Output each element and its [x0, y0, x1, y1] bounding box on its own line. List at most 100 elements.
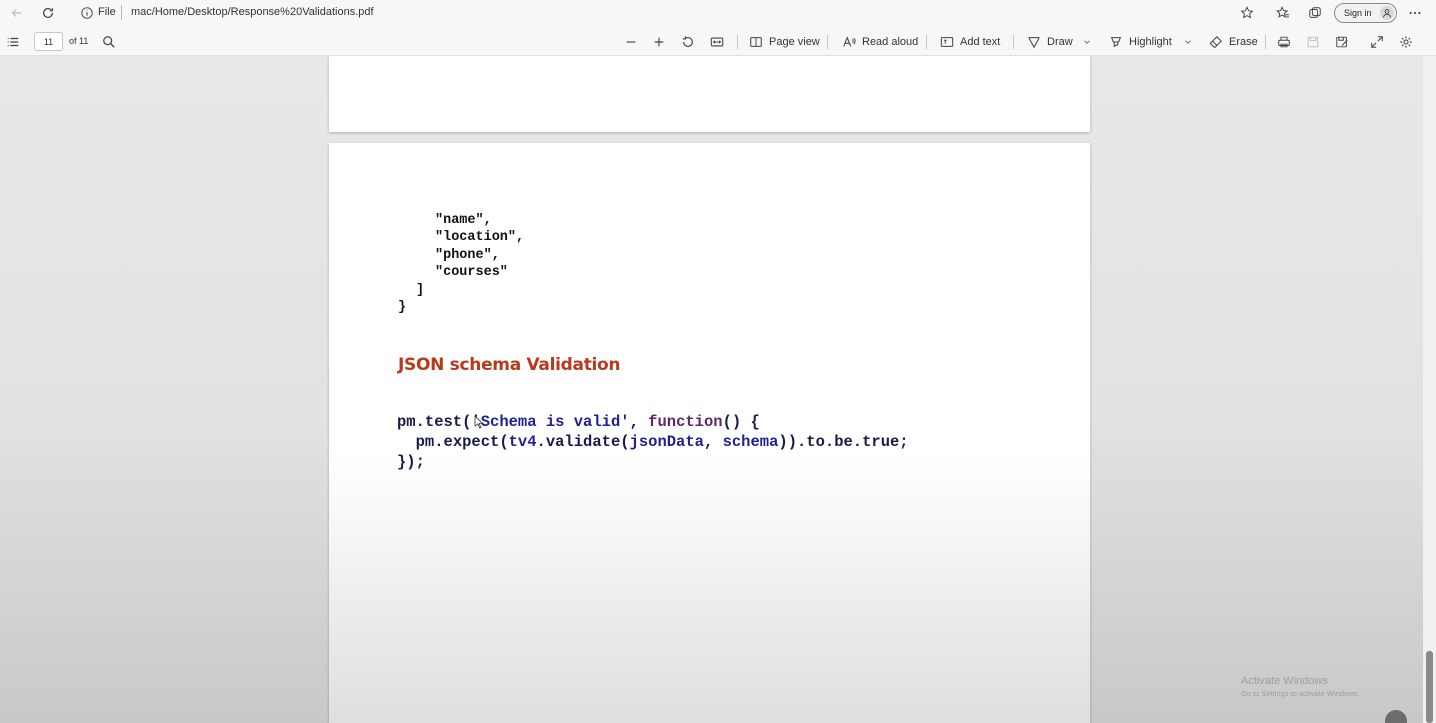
- read-aloud-button[interactable]: Read aloud: [842, 27, 918, 56]
- read-aloud-icon: [843, 35, 856, 47]
- code-token: });: [397, 453, 425, 471]
- table-of-contents-icon: [7, 37, 19, 46]
- favorites-button[interactable]: [1275, 5, 1291, 21]
- settings-button[interactable]: [1399, 27, 1413, 56]
- code-token: () {: [722, 413, 760, 431]
- add-favorite-button[interactable]: [1239, 5, 1255, 21]
- vertical-scrollbar[interactable]: [1423, 56, 1436, 723]
- back-button[interactable]: [6, 2, 28, 24]
- url-field[interactable]: mac/Home/Desktop/Response%20Validations.…: [131, 6, 374, 18]
- code-string: 'Schema is valid': [471, 413, 630, 431]
- rotate-button[interactable]: [681, 27, 695, 56]
- chevron-down-icon: [1185, 39, 1191, 44]
- erase-button[interactable]: Erase: [1209, 27, 1258, 56]
- draw-options-button[interactable]: [1082, 27, 1092, 56]
- json-line: "courses": [435, 265, 508, 280]
- toolbar-separator: [1013, 35, 1014, 49]
- info-icon[interactable]: [80, 6, 94, 20]
- page-number-input[interactable]: 11: [34, 32, 63, 51]
- text-cursor-icon: [474, 415, 483, 429]
- draw-icon: [1028, 36, 1040, 48]
- json-line: "phone",: [435, 248, 500, 263]
- code-identifier: jsonData: [629, 433, 704, 451]
- save-icon: [1307, 36, 1319, 47]
- json-line: }: [398, 300, 407, 315]
- address-bar: File mac/Home/Desktop/Response%20Validat…: [0, 0, 1436, 27]
- code-identifier: schema: [722, 433, 779, 451]
- watermark-subtitle: Go to Settings to activate Windows.: [1241, 689, 1360, 698]
- back-arrow-icon: [11, 9, 22, 17]
- save-as-button[interactable]: [1335, 27, 1349, 56]
- eraser-icon: [1209, 35, 1222, 48]
- pdf-toolbar: 11 of 11 Page view Read aloud Add text D…: [0, 27, 1436, 56]
- section-heading: JSON schema Validation: [398, 355, 621, 375]
- rotate-icon: [682, 35, 693, 47]
- page-total-label: of 11: [69, 36, 89, 46]
- find-button[interactable]: [102, 27, 116, 56]
- plus-icon: [654, 37, 664, 46]
- address-separator: [121, 5, 122, 20]
- save-button[interactable]: [1306, 27, 1320, 56]
- code-line-2: pm.expect(tv4.validate(jsonData, schema)…: [397, 433, 909, 451]
- toolbar-separator: [926, 35, 927, 49]
- add-text-icon: [940, 36, 954, 47]
- collections-button[interactable]: [1307, 5, 1323, 21]
- read-aloud-label: Read aloud: [862, 35, 919, 48]
- print-icon: [1278, 36, 1290, 47]
- gear-icon: [1400, 35, 1412, 48]
- more-button[interactable]: [1407, 5, 1423, 21]
- erase-label: Erase: [1229, 35, 1258, 48]
- sign-in-button[interactable]: Sign in: [1334, 3, 1397, 23]
- pdf-page-11: "name", "location", "phone", "courses" ]…: [329, 143, 1090, 723]
- draw-label: Draw: [1047, 35, 1073, 48]
- sign-in-label: Sign in: [1344, 8, 1372, 18]
- pdf-viewer[interactable]: "name", "location", "phone", "courses" ]…: [0, 56, 1436, 723]
- chevron-down-icon: [1084, 39, 1090, 44]
- favorites-icon: [1276, 6, 1290, 18]
- fit-page-button[interactable]: [710, 27, 724, 56]
- save-as-icon: [1336, 36, 1348, 47]
- scrollbar-thumb[interactable]: [1426, 651, 1433, 723]
- code-token: ,: [703, 433, 723, 451]
- expand-icon: [1371, 35, 1383, 48]
- draw-button[interactable]: Draw: [1027, 27, 1073, 56]
- search-icon: [103, 35, 115, 48]
- code-identifier: tv4: [508, 433, 537, 451]
- highlight-options-button[interactable]: [1183, 27, 1193, 56]
- user-icon: [1380, 6, 1394, 20]
- watermark-title: Activate Windows: [1241, 675, 1328, 687]
- refresh-button[interactable]: [37, 2, 59, 24]
- highlight-icon: [1110, 36, 1122, 47]
- highlight-button[interactable]: Highlight: [1109, 27, 1172, 56]
- file-scheme-label: File: [98, 6, 116, 18]
- toolbar-separator: [1265, 35, 1266, 49]
- zoom-out-button[interactable]: [624, 27, 638, 56]
- collections-icon: [1309, 7, 1321, 18]
- page-view-button[interactable]: Page view: [749, 27, 820, 56]
- minus-icon: [626, 40, 636, 43]
- refresh-icon: [43, 7, 53, 18]
- code-token: pm.test(: [397, 413, 472, 431]
- code-token: pm.expect(: [415, 433, 509, 451]
- code-line-3: });: [397, 453, 425, 471]
- fullscreen-button[interactable]: [1370, 27, 1384, 56]
- toolbar-separator: [737, 35, 738, 49]
- print-button[interactable]: [1277, 27, 1291, 56]
- add-text-button[interactable]: Add text: [940, 27, 1000, 56]
- highlight-label: Highlight: [1129, 35, 1172, 48]
- json-line: "name",: [435, 213, 492, 228]
- json-line: "location",: [435, 230, 525, 245]
- toolbar-separator: [827, 35, 828, 49]
- code-keyword: function: [648, 413, 723, 431]
- code-line-1: pm.test('Schema is valid', function() {: [397, 413, 760, 431]
- json-line: ]: [416, 283, 425, 298]
- favorites-add-icon: [1240, 6, 1254, 19]
- more-icon: [1409, 11, 1421, 15]
- zoom-in-button[interactable]: [652, 27, 666, 56]
- page-view-icon: [750, 36, 762, 47]
- add-text-label: Add text: [960, 35, 1001, 48]
- code-token: )).to.be.true;: [778, 433, 909, 451]
- contents-button[interactable]: [6, 27, 20, 56]
- code-token: .validate(: [536, 433, 630, 451]
- pdf-page-10: [329, 56, 1090, 132]
